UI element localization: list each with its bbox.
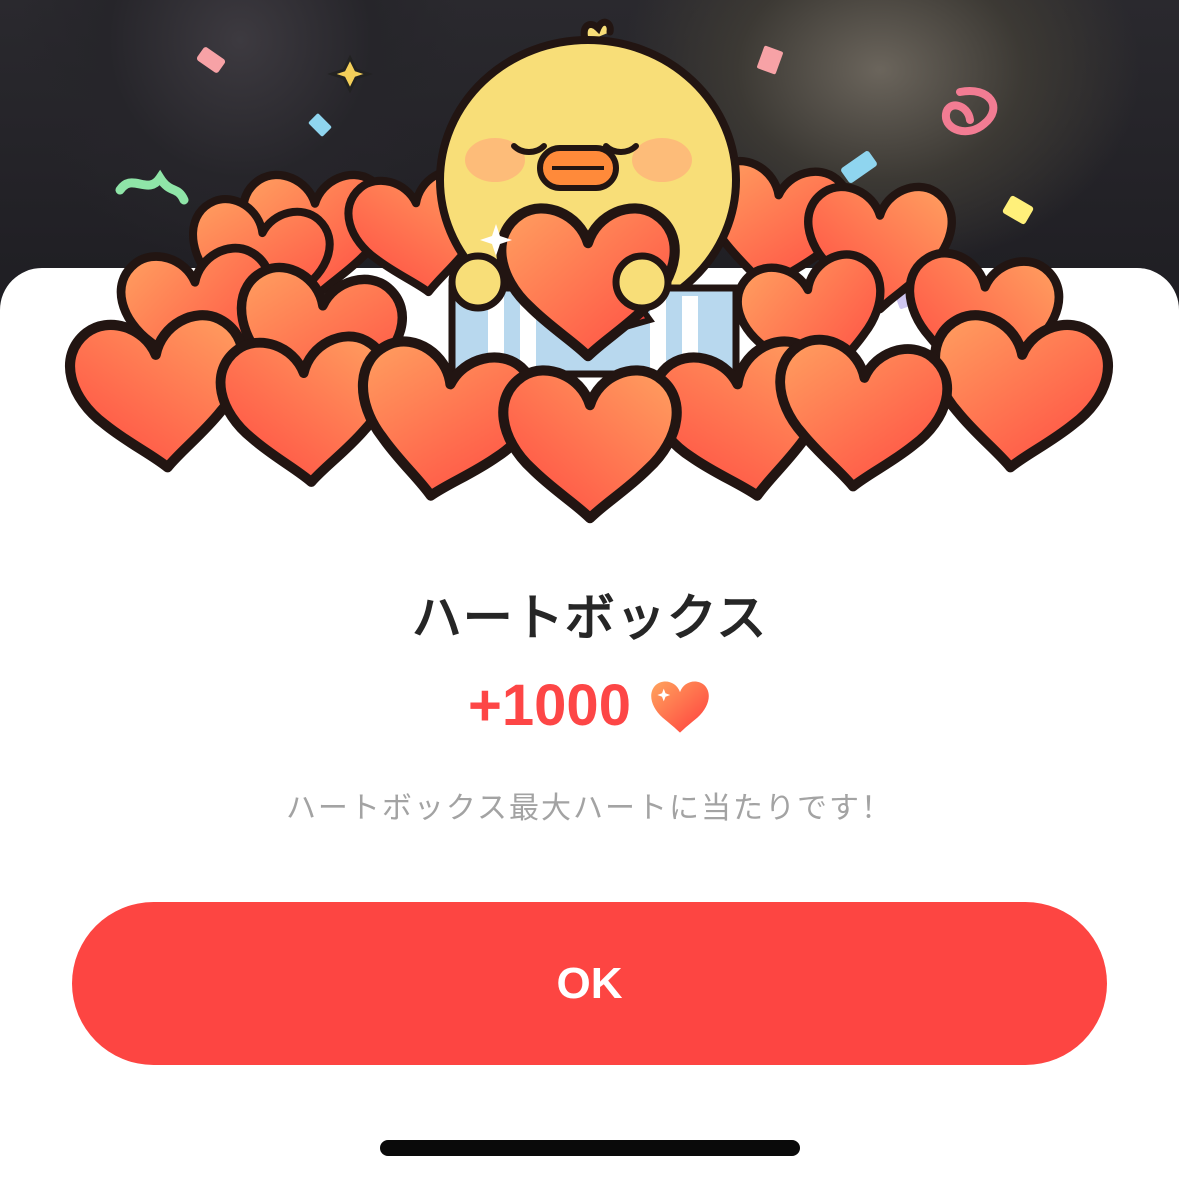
heart-icon (651, 680, 709, 733)
dialog-title: ハートボックス (411, 589, 768, 647)
sparkle-icon (327, 54, 373, 94)
reward-message: ハートボックス最大ハートに当たりです！ (285, 791, 894, 826)
reward-row: +1000 (0, 672, 1179, 739)
reward-amount: +1000 (468, 673, 631, 738)
heart-box-popup: ハートボックス +1000 ハートボックス最大ハートに当たりです！ OK (0, 0, 1179, 1179)
heart-box-illustration (0, 18, 1179, 540)
home-indicator[interactable] (380, 1140, 800, 1156)
ok-button[interactable]: OK (72, 902, 1107, 1065)
